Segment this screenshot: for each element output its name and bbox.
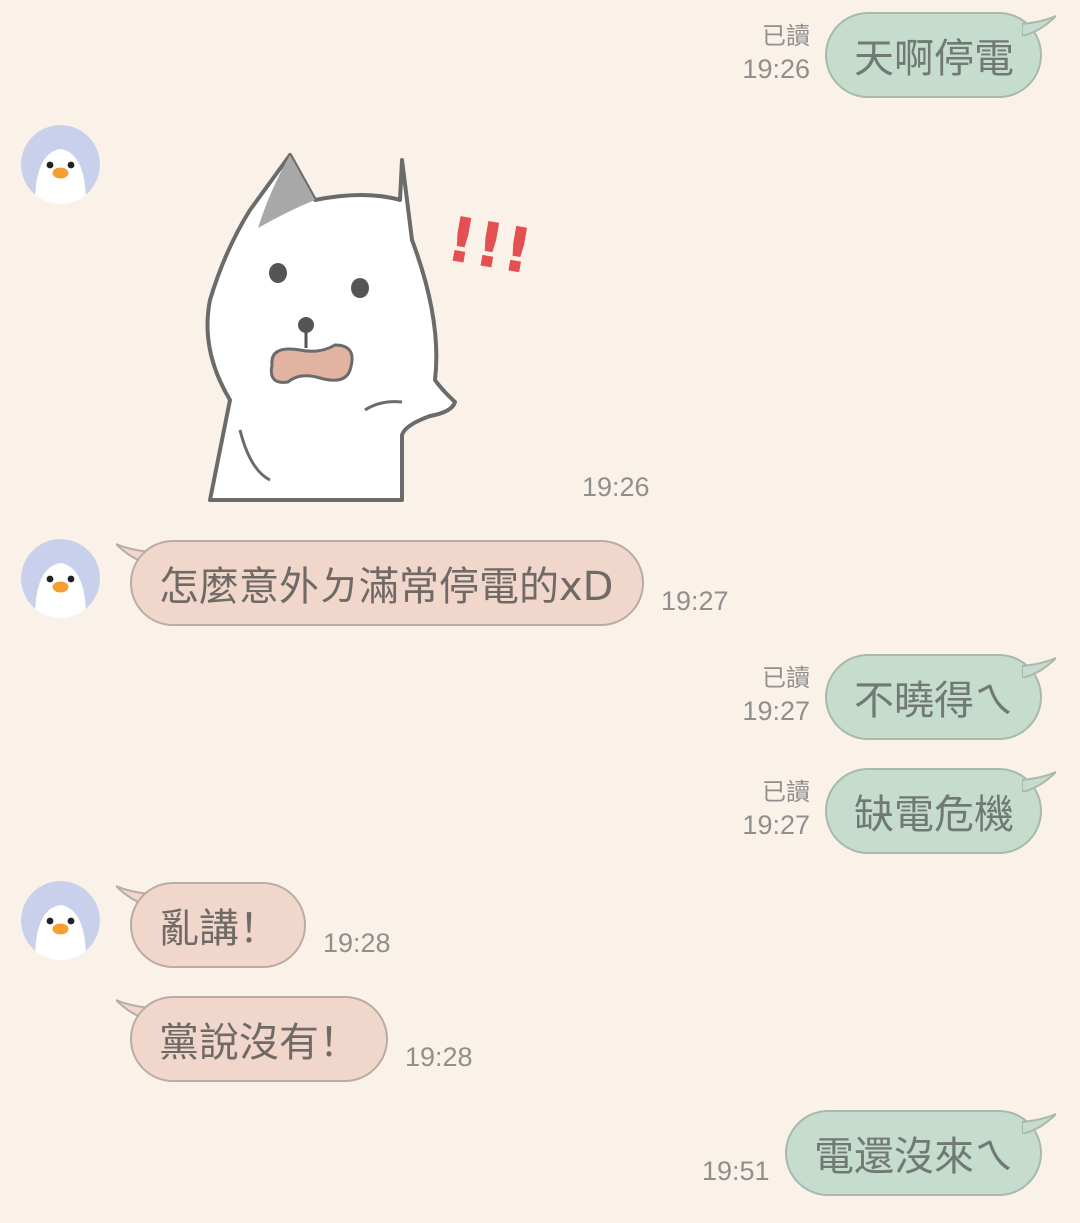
message-meta: 已讀 19:27 <box>700 664 810 728</box>
bubble-tail <box>1022 1113 1056 1134</box>
message-bubble-incoming[interactable]: 亂講！ <box>130 882 306 968</box>
message-time: 19:27 <box>742 696 810 726</box>
message-meta: 已讀 19:27 <box>700 778 810 842</box>
penguin-avatar-icon <box>21 125 100 204</box>
message-text: 電還沒來ㄟ <box>814 1134 1014 1180</box>
message-text: 缺電危機 <box>854 792 1014 838</box>
penguin-avatar-icon <box>21 539 100 618</box>
message-bubble-incoming[interactable]: 黨說沒有！ <box>130 996 388 1082</box>
bubble-tail <box>1022 771 1056 792</box>
bubble-tail <box>1022 657 1056 678</box>
message-text: 不曉得ㄟ <box>854 678 1014 724</box>
message-bubble-outgoing[interactable]: 天啊停電 <box>825 12 1042 98</box>
message-time: 19:26 <box>742 54 810 84</box>
penguin-avatar-icon <box>21 881 100 960</box>
message-bubble-incoming[interactable]: 怎麼意外ㄉ滿常停電的xD <box>130 540 644 626</box>
contact-avatar[interactable] <box>21 539 100 618</box>
contact-avatar[interactable] <box>21 125 100 204</box>
message-time: 19:28 <box>323 928 391 958</box>
read-receipt: 已讀 <box>762 779 810 806</box>
cat-surprised-sticker[interactable]: !!! <box>180 140 540 520</box>
message-time: 19:26 <box>582 472 650 502</box>
message-time: 19:27 <box>661 586 729 616</box>
bubble-tail <box>1022 15 1056 36</box>
message-text: 黨說沒有！ <box>159 1020 359 1066</box>
read-receipt: 已讀 <box>762 23 810 50</box>
message-time: 19:28 <box>405 1042 473 1072</box>
message-time: 19:27 <box>742 810 810 840</box>
message-text: 怎麼意外ㄉ滿常停電的xD <box>159 564 614 610</box>
read-receipt: 已讀 <box>762 665 810 692</box>
contact-avatar[interactable] <box>21 881 100 960</box>
message-text: 亂講！ <box>159 906 279 952</box>
sticker-exclamation: !!! <box>442 202 538 289</box>
message-meta: 已讀 19:26 <box>700 22 810 86</box>
message-time: 19:51 <box>702 1156 770 1186</box>
message-text: 天啊停電 <box>854 36 1014 82</box>
message-bubble-outgoing[interactable]: 缺電危機 <box>825 768 1042 854</box>
message-bubble-outgoing[interactable]: 電還沒來ㄟ <box>785 1110 1042 1196</box>
message-bubble-outgoing[interactable]: 不曉得ㄟ <box>825 654 1042 740</box>
